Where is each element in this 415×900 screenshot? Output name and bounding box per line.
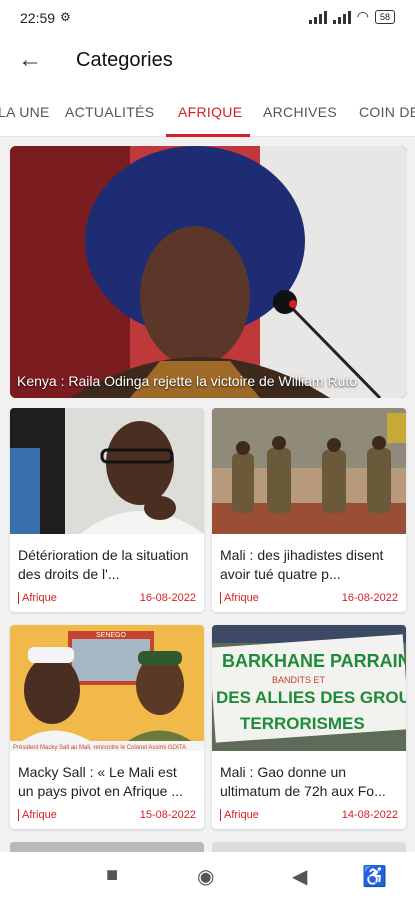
article-date: 14-08-2022 (341, 809, 398, 821)
hero-image (10, 146, 407, 398)
article-category: Afrique (18, 592, 57, 604)
article-card[interactable]: BARKHANE PARRAIN BANDITS ET DES ALLIES D… (212, 625, 406, 829)
article-date: 15-08-2022 (139, 809, 196, 821)
article-title: Détérioration de la situation des droits… (18, 547, 189, 582)
system-nav-bar: ■ ◉ ◀ ♿ (0, 852, 415, 900)
article-image (10, 408, 204, 534)
hero-title: Kenya : Raila Odinga rejette la victoire… (17, 373, 358, 389)
article-category: Afrique (220, 592, 259, 604)
article-category: Afrique (220, 809, 259, 821)
wifi-icon: ◠ (356, 8, 369, 24)
senego-banner: SENEGO (96, 632, 127, 639)
article-title: Mali : des jihadistes disent avoir tué q… (220, 547, 384, 582)
signal-icon-2 (332, 10, 351, 24)
tab-coin-de[interactable]: COIN DE (359, 104, 415, 120)
article-card[interactable]: Détérioration de la situation des droits… (10, 408, 204, 612)
settings-status-icon: ⚙ (60, 10, 71, 24)
back-nav-icon[interactable]: ◀ (292, 864, 307, 889)
tab-archives[interactable]: ARCHIVES (263, 104, 337, 120)
article-category: Afrique (18, 809, 57, 821)
article-card[interactable]: SENEGO Président Macky Sall au Mali, ren… (10, 625, 204, 829)
article-card[interactable]: Mali : des jihadistes disent avoir tué q… (212, 408, 406, 612)
article-title: Macky Sall : « Le Mali est un pays pivot… (18, 764, 183, 799)
hero-article[interactable]: Kenya : Raila Odinga rejette la victoire… (10, 146, 407, 398)
page-title: Categories (76, 49, 173, 71)
tab-afrique[interactable]: AFRIQUE (178, 104, 242, 120)
banner-text-small: BANDITS ET (272, 675, 326, 685)
status-bar: 22:59 ⚙ ◠ 58 (0, 0, 415, 36)
banner-text-3: TERRORISMES (240, 714, 365, 733)
article-image (212, 408, 406, 534)
home-icon[interactable]: ◉ (197, 864, 214, 889)
battery-icon: 58 (374, 9, 395, 24)
article-title: Mali : Gao donne un ultimatum de 72h aux… (220, 764, 386, 799)
tab-actualites[interactable]: ACTUALITÉS (65, 104, 154, 120)
app-bar: ← Categories (0, 36, 415, 88)
accessibility-icon[interactable]: ♿ (362, 864, 387, 889)
status-time: 22:59 (20, 10, 56, 26)
tab-a-la-une[interactable]: A LA UNE (0, 104, 50, 120)
article-date: 16-08-2022 (139, 592, 196, 604)
signal-icon (308, 10, 327, 24)
article-date: 16-08-2022 (341, 592, 398, 604)
banner-text-1: BARKHANE PARRAIN (222, 651, 406, 671)
article-image: SENEGO Président Macky Sall au Mali, ren… (10, 625, 204, 751)
recent-apps-icon[interactable]: ■ (106, 864, 118, 887)
article-image: BARKHANE PARRAIN BANDITS ET DES ALLIES D… (212, 625, 406, 751)
image-caption: Président Macky Sall au Mali, rencontre … (13, 745, 186, 751)
back-arrow-icon[interactable]: ← (18, 46, 42, 74)
banner-text-2: DES ALLIES DES GROUPES (216, 688, 406, 707)
category-tabs: A LA UNE ACTUALITÉS AFRIQUE ARCHIVES COI… (0, 88, 415, 137)
tab-indicator (166, 134, 250, 137)
